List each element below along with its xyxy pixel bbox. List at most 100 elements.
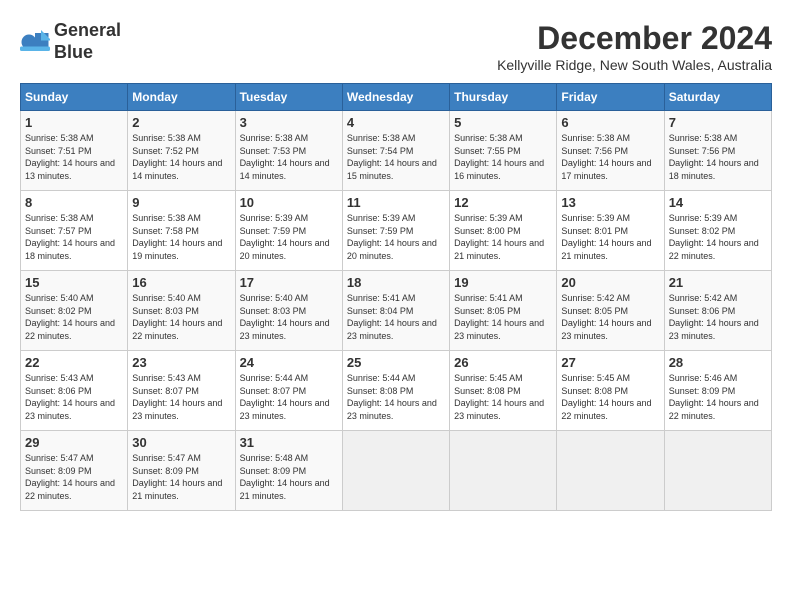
day-info: Sunrise: 5:40 AMSunset: 8:02 PMDaylight:… [25, 292, 123, 342]
day-number: 13 [561, 195, 659, 210]
table-row: 26Sunrise: 5:45 AMSunset: 8:08 PMDayligh… [450, 351, 557, 431]
table-row: 21 Sunrise: 5:42 AMSunset: 8:06 PMDayligh… [664, 271, 771, 351]
table-row: 12Sunrise: 5:39 AMSunset: 8:00 PMDayligh… [450, 191, 557, 271]
table-row: 3 Sunrise: 5:38 AMSunset: 7:53 PMDaylight… [235, 111, 342, 191]
day-info: Sunrise: 5:44 AMSunset: 8:08 PMDaylight:… [347, 372, 445, 422]
day-number: 15 [25, 275, 123, 290]
day-number: 21 [669, 275, 767, 290]
day-number: 20 [561, 275, 659, 290]
logo: General Blue [20, 20, 121, 63]
table-row: 10 Sunrise: 5:39 AMSunset: 7:59 PMDayligh… [235, 191, 342, 271]
day-number: 11 [347, 195, 445, 210]
table-row: 2 Sunrise: 5:38 AMSunset: 7:52 PMDaylight… [128, 111, 235, 191]
table-row: 1Sunrise: 5:38 AMSunset: 7:51 PMDaylight… [21, 111, 128, 191]
day-number: 18 [347, 275, 445, 290]
day-info: Sunrise: 5:39 AMSunset: 8:01 PMDaylight:… [561, 212, 659, 262]
day-number: 29 [25, 435, 123, 450]
day-info: Sunrise: 5:42 AMSunset: 8:06 PMDaylight:… [669, 292, 767, 342]
table-row: 20Sunrise: 5:42 AMSunset: 8:05 PMDayligh… [557, 271, 664, 351]
day-number: 7 [669, 115, 767, 130]
calendar-week-row: 1Sunrise: 5:38 AMSunset: 7:51 PMDaylight… [21, 111, 772, 191]
day-info: Sunrise: 5:47 AMSunset: 8:09 PMDaylight:… [25, 452, 123, 502]
day-number: 24 [240, 355, 338, 370]
header-row: Sunday Monday Tuesday Wednesday Thursday… [21, 84, 772, 111]
table-row: 6 Sunrise: 5:38 AMSunset: 7:56 PMDaylight… [557, 111, 664, 191]
day-info: Sunrise: 5:44 AMSunset: 8:07 PMDaylight:… [240, 372, 338, 422]
col-sunday: Sunday [21, 84, 128, 111]
logo-icon [20, 27, 50, 57]
table-row: 17 Sunrise: 5:40 AMSunset: 8:03 PMDayligh… [235, 271, 342, 351]
day-number: 25 [347, 355, 445, 370]
day-info: Sunrise: 5:38 AMSunset: 7:56 PMDaylight:… [561, 132, 659, 182]
table-row: 14 Sunrise: 5:39 AMSunset: 8:02 PMDayligh… [664, 191, 771, 271]
day-info: Sunrise: 5:38 AMSunset: 7:52 PMDaylight:… [132, 132, 230, 182]
col-friday: Friday [557, 84, 664, 111]
day-info: Sunrise: 5:43 AMSunset: 8:06 PMDaylight:… [25, 372, 123, 422]
table-row [450, 431, 557, 511]
day-number: 14 [669, 195, 767, 210]
logo-text: General Blue [54, 20, 121, 63]
table-row: 23Sunrise: 5:43 AMSunset: 8:07 PMDayligh… [128, 351, 235, 431]
day-info: Sunrise: 5:41 AMSunset: 8:05 PMDaylight:… [454, 292, 552, 342]
location-title: Kellyville Ridge, New South Wales, Austr… [497, 57, 772, 73]
day-info: Sunrise: 5:39 AMSunset: 8:00 PMDaylight:… [454, 212, 552, 262]
table-row [557, 431, 664, 511]
day-number: 23 [132, 355, 230, 370]
col-wednesday: Wednesday [342, 84, 449, 111]
day-info: Sunrise: 5:45 AMSunset: 8:08 PMDaylight:… [454, 372, 552, 422]
table-row: 13 Sunrise: 5:39 AMSunset: 8:01 PMDayligh… [557, 191, 664, 271]
day-info: Sunrise: 5:38 AMSunset: 7:57 PMDaylight:… [25, 212, 123, 262]
table-row: 19 Sunrise: 5:41 AMSunset: 8:05 PMDayligh… [450, 271, 557, 351]
table-row [664, 431, 771, 511]
day-info: Sunrise: 5:40 AMSunset: 8:03 PMDaylight:… [240, 292, 338, 342]
table-row: 5Sunrise: 5:38 AMSunset: 7:55 PMDaylight… [450, 111, 557, 191]
day-info: Sunrise: 5:38 AMSunset: 7:55 PMDaylight:… [454, 132, 552, 182]
table-row: 27 Sunrise: 5:45 AMSunset: 8:08 PMDayligh… [557, 351, 664, 431]
logo-line2: Blue [54, 42, 93, 62]
day-number: 10 [240, 195, 338, 210]
day-info: Sunrise: 5:45 AMSunset: 8:08 PMDaylight:… [561, 372, 659, 422]
table-row: 28Sunrise: 5:46 AMSunset: 8:09 PMDayligh… [664, 351, 771, 431]
table-row: 7 Sunrise: 5:38 AMSunset: 7:56 PMDaylight… [664, 111, 771, 191]
day-info: Sunrise: 5:48 AMSunset: 8:09 PMDaylight:… [240, 452, 338, 502]
table-row: 22 Sunrise: 5:43 AMSunset: 8:06 PMDayligh… [21, 351, 128, 431]
table-row: 31 Sunrise: 5:48 AMSunset: 8:09 PMDayligh… [235, 431, 342, 511]
col-tuesday: Tuesday [235, 84, 342, 111]
day-number: 2 [132, 115, 230, 130]
day-info: Sunrise: 5:39 AMSunset: 7:59 PMDaylight:… [240, 212, 338, 262]
calendar-table: Sunday Monday Tuesday Wednesday Thursday… [20, 83, 772, 511]
table-row: 25 Sunrise: 5:44 AMSunset: 8:08 PMDayligh… [342, 351, 449, 431]
title-block: December 2024 Kellyville Ridge, New Sout… [497, 20, 772, 73]
table-row: 8Sunrise: 5:38 AMSunset: 7:57 PMDaylight… [21, 191, 128, 271]
table-row: 11Sunrise: 5:39 AMSunset: 7:59 PMDayligh… [342, 191, 449, 271]
table-row: 29 Sunrise: 5:47 AMSunset: 8:09 PMDayligh… [21, 431, 128, 511]
day-number: 30 [132, 435, 230, 450]
day-info: Sunrise: 5:39 AMSunset: 8:02 PMDaylight:… [669, 212, 767, 262]
table-row: 30 Sunrise: 5:47 AMSunset: 8:09 PMDayligh… [128, 431, 235, 511]
day-number: 27 [561, 355, 659, 370]
day-info: Sunrise: 5:38 AMSunset: 7:54 PMDaylight:… [347, 132, 445, 182]
col-monday: Monday [128, 84, 235, 111]
day-info: Sunrise: 5:38 AMSunset: 7:53 PMDaylight:… [240, 132, 338, 182]
table-row [342, 431, 449, 511]
table-row: 16Sunrise: 5:40 AMSunset: 8:03 PMDayligh… [128, 271, 235, 351]
day-info: Sunrise: 5:41 AMSunset: 8:04 PMDaylight:… [347, 292, 445, 342]
day-number: 4 [347, 115, 445, 130]
table-row: 4 Sunrise: 5:38 AMSunset: 7:54 PMDaylight… [342, 111, 449, 191]
table-row: 18 Sunrise: 5:41 AMSunset: 8:04 PMDayligh… [342, 271, 449, 351]
table-row: 15 Sunrise: 5:40 AMSunset: 8:02 PMDayligh… [21, 271, 128, 351]
day-number: 3 [240, 115, 338, 130]
day-info: Sunrise: 5:38 AMSunset: 7:51 PMDaylight:… [25, 132, 123, 182]
calendar-container: General Blue December 2024 Kellyville Ri… [20, 20, 772, 511]
col-thursday: Thursday [450, 84, 557, 111]
day-number: 19 [454, 275, 552, 290]
logo-line1: General [54, 20, 121, 40]
day-number: 6 [561, 115, 659, 130]
day-number: 17 [240, 275, 338, 290]
header: General Blue December 2024 Kellyville Ri… [20, 20, 772, 73]
calendar-week-row: 8Sunrise: 5:38 AMSunset: 7:57 PMDaylight… [21, 191, 772, 271]
day-number: 31 [240, 435, 338, 450]
day-info: Sunrise: 5:47 AMSunset: 8:09 PMDaylight:… [132, 452, 230, 502]
day-info: Sunrise: 5:38 AMSunset: 7:56 PMDaylight:… [669, 132, 767, 182]
day-number: 22 [25, 355, 123, 370]
